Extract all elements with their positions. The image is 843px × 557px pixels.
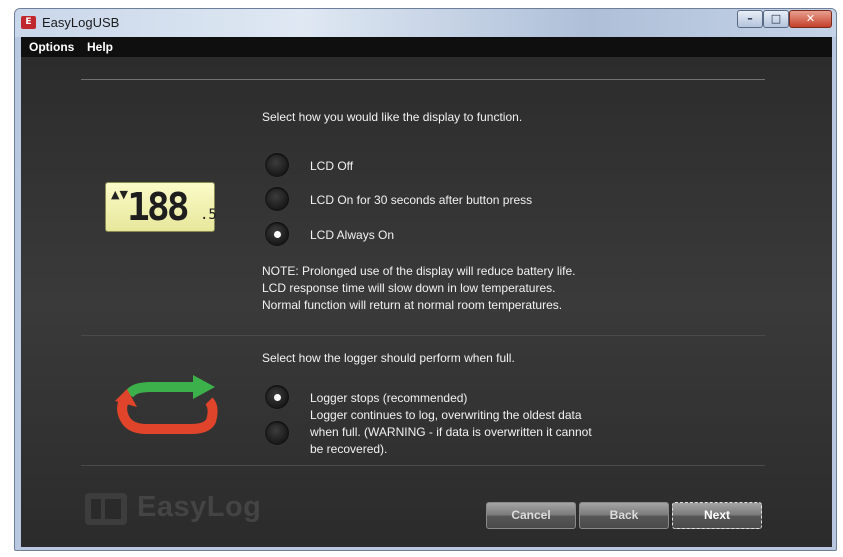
radio-lcd-off[interactable] (265, 153, 289, 177)
note-line: NOTE: Prolonged use of the display will … (262, 264, 576, 278)
label-lcd-on-30s[interactable]: LCD On for 30 seconds after button press (310, 193, 532, 207)
label-logger-overwrite[interactable]: Logger continues to log, overwriting the… (310, 407, 600, 458)
display-prompt: Select how you would like the display to… (262, 110, 523, 124)
display-note: NOTE: Prolonged use of the display will … (262, 263, 576, 314)
back-button[interactable]: Back (579, 502, 669, 529)
easylog-logo-icon (85, 493, 127, 525)
note-line: Normal function will return at normal ro… (262, 298, 563, 312)
divider-bottom (81, 465, 765, 466)
next-button[interactable]: Next (672, 502, 762, 529)
cancel-button[interactable]: Cancel (486, 502, 576, 529)
cycle-arrows-icon (115, 375, 218, 434)
note-line: LCD response time will slow down in low … (262, 281, 556, 295)
lcd-decimal: .5 (200, 207, 217, 223)
radio-logger-overwrite[interactable] (265, 421, 289, 445)
maximize-button[interactable]: □ (763, 10, 789, 28)
title-bar[interactable]: E EasyLogUSB – □ ✕ (15, 9, 836, 37)
radio-lcd-always-on[interactable] (265, 222, 289, 246)
easylog-logo-text: EasyLog (137, 491, 262, 523)
divider-middle (81, 335, 765, 336)
radio-lcd-on-30s[interactable] (265, 187, 289, 211)
app-icon: E (21, 16, 36, 29)
menu-options[interactable]: Options (29, 40, 74, 54)
lcd-digits: 188 (127, 185, 190, 229)
minimize-button[interactable]: – (737, 10, 763, 28)
radio-logger-stops[interactable] (265, 385, 289, 409)
wizard-panel: ▲▼ 188 .5 Select how you would like the … (21, 57, 832, 547)
label-lcd-always-on[interactable]: LCD Always On (310, 228, 394, 242)
divider-top (81, 79, 765, 80)
menu-help[interactable]: Help (87, 40, 113, 54)
label-lcd-off[interactable]: LCD Off (310, 159, 353, 173)
lcd-arrows: ▲▼ (111, 188, 128, 201)
logger-prompt: Select how the logger should perform whe… (262, 351, 515, 365)
menu-bar: Options Help (21, 37, 832, 57)
window-title: EasyLogUSB (42, 15, 120, 30)
app-window: E EasyLogUSB – □ ✕ Options Help ▲▼ 188 .… (14, 8, 837, 551)
close-button[interactable]: ✕ (789, 10, 832, 28)
label-logger-stops[interactable]: Logger stops (recommended) (310, 391, 467, 405)
lcd-display-icon: ▲▼ 188 .5 (105, 182, 217, 232)
